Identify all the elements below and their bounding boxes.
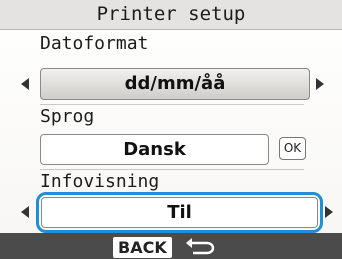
printer-setup-screen: Printer setup Datoformat dd/mm/åå Sprog …	[0, 0, 342, 259]
language-selector[interactable]: Dansk	[40, 134, 269, 165]
return-arrow-icon	[186, 238, 215, 255]
date-format-label: Datoformat	[40, 33, 149, 54]
ok-button[interactable]: OK	[279, 137, 306, 160]
language-label: Sprog	[40, 106, 95, 127]
back-button[interactable]: BACK	[113, 237, 172, 258]
info-display-label: Infovisning	[40, 171, 160, 192]
date-format-left-arrow-icon[interactable]	[21, 78, 29, 90]
divider	[40, 104, 304, 105]
screen-title: Printer setup	[96, 3, 246, 25]
date-format-right-arrow-icon[interactable]	[316, 78, 324, 90]
info-display-selector[interactable]: Til	[41, 197, 318, 228]
divider	[40, 169, 304, 170]
date-format-selector[interactable]: dd/mm/åå	[40, 68, 310, 100]
info-display-right-arrow-icon[interactable]	[325, 206, 333, 218]
info-display-left-arrow-icon[interactable]	[21, 206, 29, 218]
